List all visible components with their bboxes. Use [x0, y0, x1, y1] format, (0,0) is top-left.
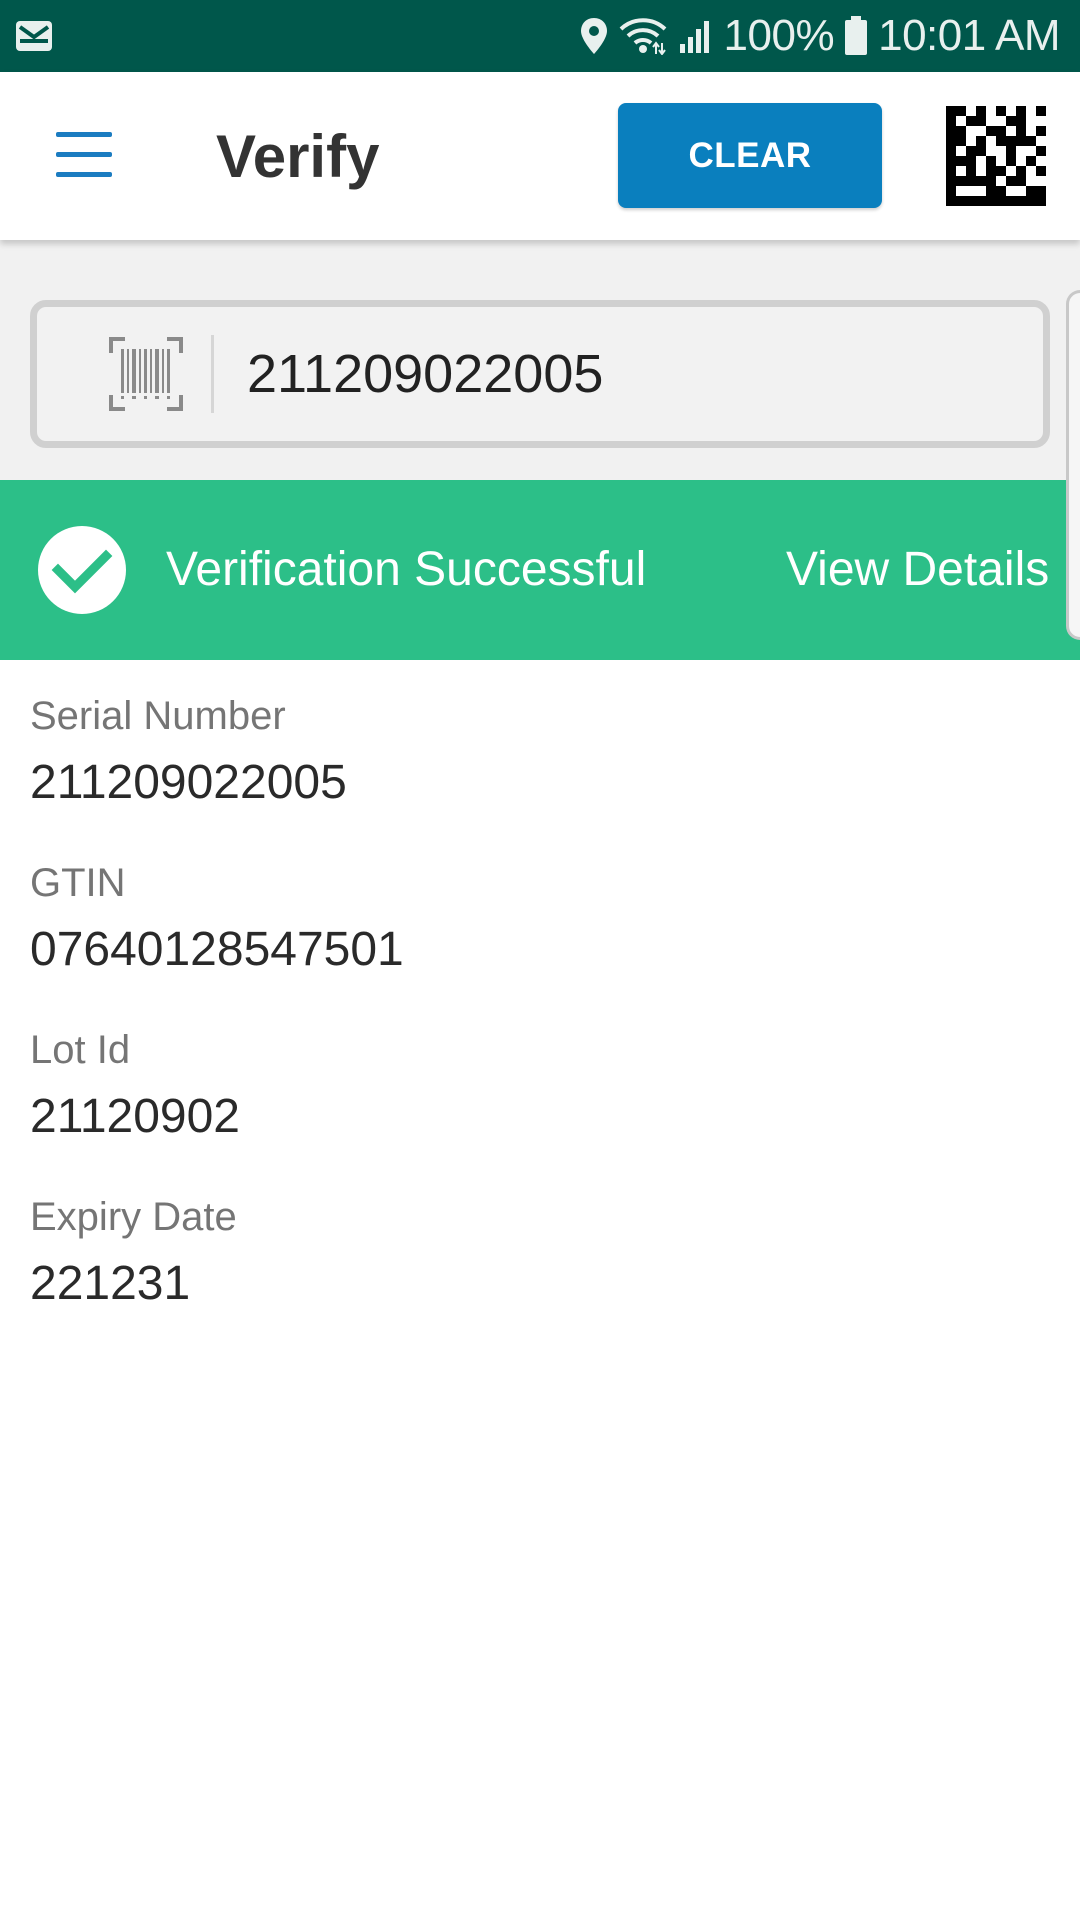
field-label: Expiry Date	[30, 1195, 237, 1239]
app-bar: Verify CLEAR	[0, 72, 1080, 240]
field-value: 07640128547501	[30, 923, 404, 976]
field-value: 221231	[30, 1257, 191, 1310]
clear-button[interactable]: CLEAR	[618, 103, 882, 208]
screen: 100% 10:01 AM Verify CLEAR 211209022005 …	[0, 0, 1080, 1920]
side-drawer-handle[interactable]	[1066, 290, 1080, 640]
datamatrix-scan-icon[interactable]	[946, 106, 1046, 206]
email-notification-icon	[14, 19, 54, 53]
input-area: 211209022005	[0, 240, 1080, 480]
checkmark-circle-icon	[38, 526, 126, 614]
clock: 10:01 AM	[878, 11, 1060, 60]
field-label: Serial Number	[30, 694, 286, 738]
serial-input-value[interactable]: 211209022005	[247, 343, 603, 405]
location-icon	[580, 17, 608, 55]
field-value: 211209022005	[30, 756, 347, 809]
battery-icon	[844, 16, 868, 56]
field-gtin: GTIN 07640128547501	[30, 857, 1050, 991]
input-divider	[211, 335, 214, 413]
field-value: 21120902	[30, 1090, 240, 1143]
serial-input[interactable]: 211209022005	[30, 300, 1050, 448]
field-expiry-date: Expiry Date 221231	[30, 1191, 1050, 1325]
product-details: Serial Number 211209022005 GTIN 07640128…	[30, 690, 1050, 1358]
field-label: GTIN	[30, 861, 126, 905]
field-label: Lot Id	[30, 1028, 131, 1072]
status-bar: 100% 10:01 AM	[0, 0, 1080, 72]
view-details-link[interactable]: View Details	[786, 542, 1049, 597]
page-title: Verify	[216, 123, 380, 190]
verification-banner: Verification Successful View Details	[0, 480, 1080, 660]
battery-percentage: 100%	[723, 11, 835, 60]
field-lot-id: Lot Id 21120902	[30, 1024, 1050, 1158]
hamburger-menu-icon[interactable]	[44, 126, 124, 186]
wifi-icon	[618, 17, 668, 55]
verification-message: Verification Successful	[166, 543, 647, 596]
field-serial-number: Serial Number 211209022005	[30, 690, 1050, 824]
signal-icon	[678, 18, 714, 54]
barcode-icon[interactable]	[109, 337, 183, 411]
